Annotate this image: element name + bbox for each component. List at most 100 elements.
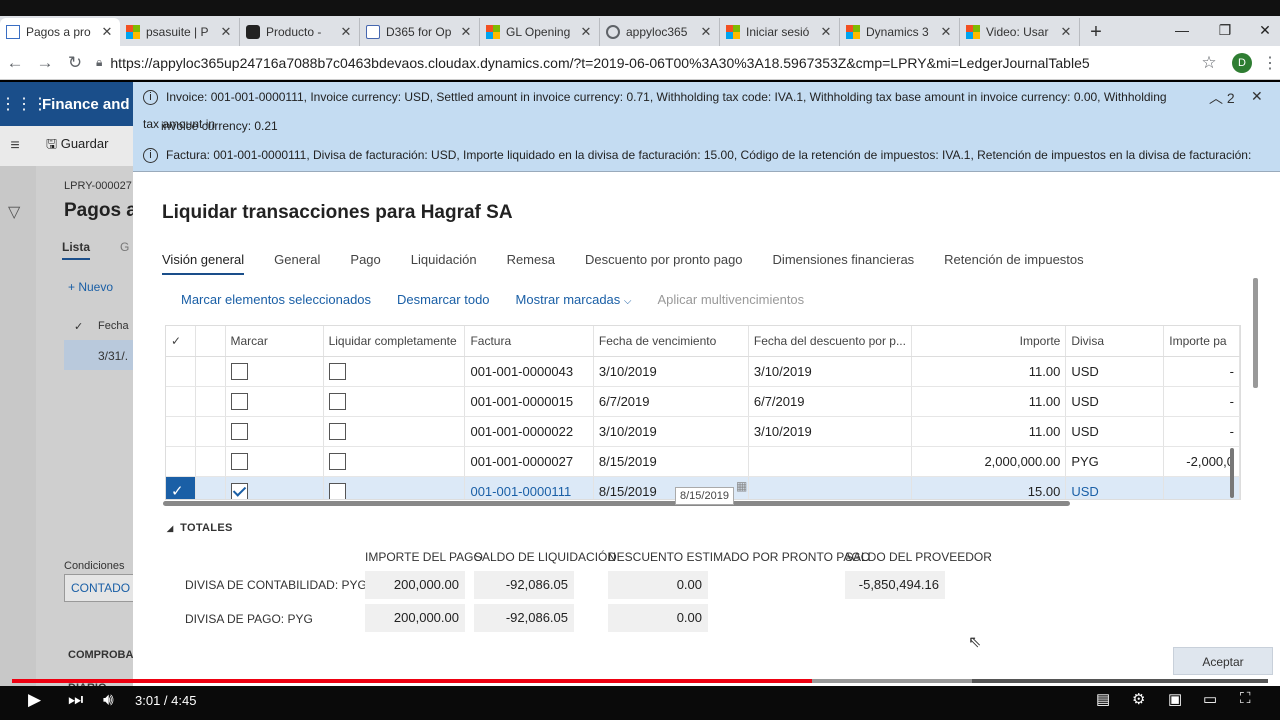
marcar-checkbox[interactable] (230, 362, 248, 380)
browser-menu-icon[interactable]: ⋮ (1260, 53, 1280, 73)
calendar-icon[interactable]: ▦ (736, 479, 747, 493)
tab-pago[interactable]: Pago (350, 252, 380, 275)
liquidar-checkbox[interactable] (328, 392, 346, 410)
reload-icon[interactable]: ↻ (60, 53, 90, 73)
importe-pago-cell[interactable]: - (1163, 416, 1240, 447)
grid-vertical-scrollbar[interactable] (1230, 448, 1234, 498)
close-icon[interactable]: ✕ (219, 24, 233, 40)
liquidar-checkbox[interactable] (328, 452, 346, 470)
row-selector[interactable] (166, 386, 197, 417)
importe-cell[interactable]: 2,000,000.00 (911, 446, 1067, 477)
marcar-checkbox[interactable] (230, 482, 248, 499)
browser-tab[interactable]: Video: Usar ✕ (960, 18, 1080, 46)
mark-selected-button[interactable]: Marcar elementos seleccionados (181, 292, 371, 307)
browser-tab[interactable]: Iniciar sesió ✕ (720, 18, 840, 46)
row-selector[interactable]: ✓ (166, 476, 197, 499)
dialog-vertical-scrollbar[interactable] (1253, 278, 1258, 388)
importe-cell[interactable]: 11.00 (911, 356, 1067, 387)
conditions-field[interactable]: CONTADO (64, 574, 144, 602)
table-row[interactable]: 001-001-0000015 6/7/2019 6/7/2019 11.00 … (166, 386, 1240, 417)
factura-cell[interactable]: 001-001-0000022 (464, 416, 594, 447)
select-all-checkmark[interactable]: ✓ (166, 326, 197, 357)
horizontal-scrollbar[interactable] (163, 501, 1070, 506)
column-header-fecha-vencimiento[interactable]: Fecha de vencimiento (593, 326, 749, 357)
miniplayer-icon[interactable]: ▣ (1168, 690, 1182, 708)
importe-pago-cell[interactable]: -2,000,0 (1163, 446, 1240, 477)
factura-cell[interactable]: 001-001-0000027 (464, 446, 594, 477)
column-header-importe[interactable]: Importe (911, 326, 1067, 357)
forward-icon[interactable]: → (30, 53, 60, 73)
subtitles-icon[interactable]: ▤ (1096, 690, 1110, 708)
hamburger-icon[interactable]: ≡ (0, 137, 30, 155)
divisa-cell[interactable]: PYG (1065, 446, 1165, 477)
importe-pago-cell[interactable]: - (1163, 476, 1240, 499)
column-header-marcar[interactable]: Marcar (225, 326, 324, 357)
close-icon[interactable]: ✕ (699, 24, 713, 40)
next-icon[interactable]: ⏭ (68, 690, 83, 710)
app-launcher-icon[interactable]: ⋮⋮⋮ (0, 94, 48, 114)
close-icon[interactable]: ✕ (939, 24, 953, 40)
descuento-cell[interactable]: 3/10/2019 (748, 356, 912, 387)
save-button[interactable]: 🖫︎ Guardar (46, 135, 108, 157)
table-row[interactable]: 001-001-0000027 8/15/2019 2,000,000.00 P… (166, 446, 1240, 477)
tab-dimensiones-financieras[interactable]: Dimensiones financieras (773, 252, 915, 275)
marcar-checkbox[interactable] (230, 422, 248, 440)
settings-gear-icon[interactable]: ⚙ (1132, 690, 1145, 708)
back-icon[interactable]: ← (0, 53, 30, 73)
factura-cell[interactable]: 001-001-0000111 (464, 476, 594, 499)
browser-tab[interactable]: appyloc365 ✕ (600, 18, 720, 46)
vencimiento-cell[interactable]: 3/10/2019 (593, 416, 749, 447)
column-header-importe-pago[interactable]: Importe pa (1163, 326, 1240, 357)
collapse-messages-button[interactable]: ︿ 2 (1209, 88, 1235, 108)
apply-multiple-due-dates-button[interactable]: Aplicar multivencimientos (658, 292, 805, 307)
browser-tab[interactable]: Pagos a pro ✕ (0, 18, 120, 46)
divisa-cell[interactable]: USD (1065, 416, 1165, 447)
vencimiento-cell[interactable]: 8/15/2019 (593, 446, 749, 477)
vencimiento-cell[interactable]: 3/10/2019 (593, 356, 749, 387)
row-selector[interactable] (166, 446, 197, 477)
tab-retencion-impuestos[interactable]: Retención de impuestos (944, 252, 1083, 275)
column-header-factura[interactable]: Factura (464, 326, 594, 357)
close-icon[interactable]: ✕ (1059, 24, 1073, 40)
liquidar-checkbox[interactable] (328, 362, 346, 380)
tab-general[interactable]: General (274, 252, 320, 275)
importe-pago-cell[interactable]: - (1163, 356, 1240, 387)
close-icon[interactable]: ✕ (819, 24, 833, 40)
factura-cell[interactable]: 001-001-0000015 (464, 386, 594, 417)
browser-tab[interactable]: psasuite | P ✕ (120, 18, 240, 46)
tab-vision-general[interactable]: Visión general (162, 252, 245, 275)
vencimiento-cell[interactable]: 6/7/2019 (593, 386, 749, 417)
marcar-checkbox[interactable] (230, 452, 248, 470)
descuento-cell[interactable] (748, 446, 912, 477)
window-close-icon[interactable]: ✕ (1245, 16, 1280, 44)
video-progress-bar[interactable] (12, 679, 1268, 683)
tab-descuento-pronto-pago[interactable]: Descuento por pronto pago (585, 252, 743, 275)
totals-section-header[interactable]: ◢ TOTALES (167, 522, 233, 534)
descuento-cell[interactable]: 3/10/2019 (748, 416, 912, 447)
descuento-cell[interactable]: 6/7/2019 (748, 386, 912, 417)
column-header-divisa[interactable]: Divisa (1065, 326, 1165, 357)
importe-pago-cell[interactable]: - (1163, 386, 1240, 417)
tab-remesa[interactable]: Remesa (507, 252, 555, 275)
close-icon[interactable]: ✕ (579, 24, 593, 40)
divisa-cell[interactable]: USD (1065, 476, 1165, 499)
browser-tab[interactable]: Producto - ✕ (240, 18, 360, 46)
filter-icon[interactable]: ▽ (8, 202, 20, 222)
profile-avatar[interactable]: D (1232, 52, 1252, 73)
restore-icon[interactable]: ❐ (1205, 16, 1245, 44)
tab-lista[interactable]: Lista (62, 240, 91, 260)
theater-mode-icon[interactable]: ▭ (1203, 690, 1217, 708)
tab-liquidacion[interactable]: Liquidación (411, 252, 477, 275)
importe-cell[interactable]: 15.00 (911, 476, 1067, 499)
play-icon[interactable]: ▶ (28, 690, 41, 710)
column-header-liquidar-completamente[interactable]: Liquidar completamente (323, 326, 466, 357)
divisa-cell[interactable]: USD (1065, 386, 1165, 417)
browser-tab[interactable]: D365 for Op ✕ (360, 18, 480, 46)
factura-cell[interactable]: 001-001-0000043 (464, 356, 594, 387)
new-button[interactable]: + Nuevo (68, 280, 113, 294)
table-row[interactable]: 001-001-0000043 3/10/2019 3/10/2019 11.0… (166, 356, 1240, 387)
close-messages-icon[interactable]: ✕ (1251, 88, 1263, 105)
close-icon[interactable]: ✕ (339, 24, 353, 40)
fullscreen-icon[interactable]: ⛶ (1240, 690, 1251, 707)
table-row[interactable]: 001-001-0000022 3/10/2019 3/10/2019 11.0… (166, 416, 1240, 447)
